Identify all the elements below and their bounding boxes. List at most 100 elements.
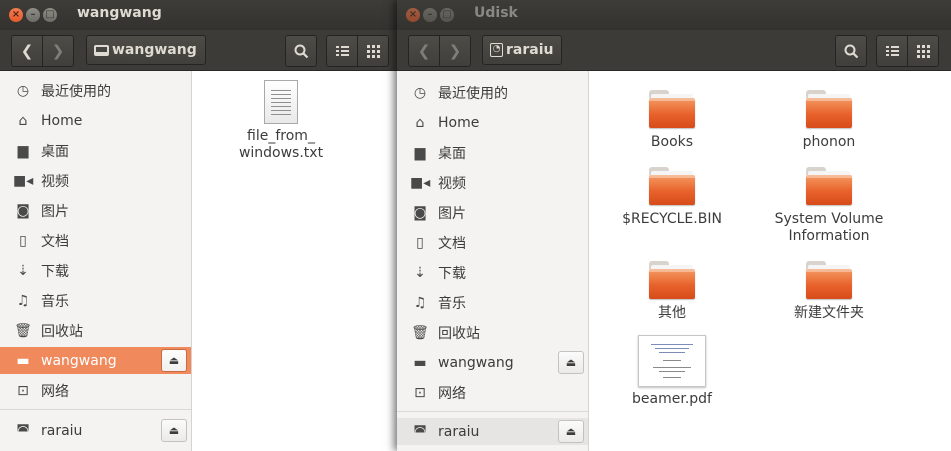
network-icon: ⊡ bbox=[414, 384, 426, 401]
window-title: Udisk bbox=[474, 5, 518, 21]
sidebar-item-recent[interactable]: ◷ 最近使用的 bbox=[0, 77, 191, 104]
sidebar-item-network[interactable]: ⊡ 网络 bbox=[397, 379, 588, 406]
document-icon: ▯ bbox=[416, 234, 424, 251]
eject-icon: ⏏ bbox=[168, 424, 180, 437]
sidebar-item-pictures[interactable]: ◙ 图片 bbox=[0, 197, 191, 224]
sidebar-item-label: 桌面 bbox=[438, 145, 466, 162]
folder-item[interactable]: $RECYCLE.BIN bbox=[617, 167, 727, 228]
file-view: file_from_ windows.txt bbox=[192, 71, 398, 451]
eject-button[interactable]: ⏏ bbox=[558, 351, 584, 374]
sidebar-item-label: 视频 bbox=[438, 175, 466, 192]
path-bar-button[interactable]: wangwang bbox=[86, 35, 206, 65]
sidebar-item-music[interactable]: ♫ 音乐 bbox=[397, 289, 588, 316]
sidebar-item-videos[interactable]: ■◂ 视频 bbox=[397, 169, 588, 196]
document-icon: ▯ bbox=[19, 232, 27, 249]
sidebar-item-label: 回收站 bbox=[438, 325, 480, 342]
pdf-file-icon bbox=[638, 335, 706, 387]
search-button[interactable] bbox=[285, 35, 317, 67]
camera-icon: ◙ bbox=[16, 202, 30, 219]
folder-item[interactable]: Books bbox=[626, 90, 718, 151]
path-bar-button[interactable]: ◔ raraiu bbox=[482, 35, 563, 65]
eject-button[interactable]: ⏏ bbox=[558, 420, 584, 443]
sidebar-item-label: 下载 bbox=[438, 265, 466, 282]
folder-icon: ▆ bbox=[414, 144, 426, 161]
sidebar-item-label: 回收站 bbox=[41, 323, 83, 340]
sidebar-item-label: wangwang bbox=[41, 352, 117, 369]
path-label: wangwang bbox=[112, 42, 197, 58]
sidebar-item-desktop[interactable]: ▆ 桌面 bbox=[397, 139, 588, 166]
back-button[interactable]: ❮ bbox=[409, 36, 439, 66]
sidebar-item-documents[interactable]: ▯ 文档 bbox=[0, 227, 191, 254]
sidebar-item-trash[interactable]: 🗑 回收站 bbox=[0, 317, 191, 344]
sidebar-item-label: Home bbox=[41, 112, 83, 129]
sidebar-item-label: raraiu bbox=[41, 422, 83, 439]
file-view: Books phonon $RECYCLE.BIN System Volume … bbox=[593, 71, 951, 451]
sidebar-item-label: 网络 bbox=[41, 383, 69, 400]
grid-view-icon bbox=[916, 44, 930, 58]
sidebar-item-label: 文档 bbox=[41, 233, 69, 250]
sidebar-item-pictures[interactable]: ◙ 图片 bbox=[397, 199, 588, 226]
sidebar-item-trash[interactable]: 🗑 回收站 bbox=[397, 319, 588, 346]
sidebar-item-recent[interactable]: ◷ 最近使用的 bbox=[397, 79, 588, 106]
music-icon: ♫ bbox=[413, 294, 427, 311]
title-bar[interactable]: × – □ Udisk bbox=[397, 0, 951, 30]
sidebar-item-wangwang[interactable]: ▬ wangwang ⏏ bbox=[397, 349, 588, 376]
sidebar-item-wangwang[interactable]: ▬ wangwang ⏏ bbox=[0, 347, 191, 374]
grid-view-button[interactable] bbox=[357, 36, 388, 66]
home-icon: ⌂ bbox=[18, 112, 28, 129]
folder-item[interactable]: phonon bbox=[779, 90, 879, 151]
history-buttons: ❮ ❯ bbox=[408, 35, 471, 67]
usb-drive-icon: ◚ bbox=[16, 422, 30, 439]
back-button[interactable]: ❮ bbox=[12, 36, 42, 66]
view-mode-buttons bbox=[876, 35, 939, 67]
eject-button[interactable]: ⏏ bbox=[161, 349, 187, 372]
sidebar-item-label: 图片 bbox=[438, 205, 466, 222]
sidebar-item-home[interactable]: ⌂ Home bbox=[0, 107, 191, 134]
close-button[interactable]: × bbox=[406, 8, 420, 22]
sidebar-item-label: 最近使用的 bbox=[41, 83, 111, 100]
sidebar-item-label: 音乐 bbox=[438, 295, 466, 312]
folder-item[interactable]: System Volume Information bbox=[769, 167, 889, 245]
sidebar-item-documents[interactable]: ▯ 文档 bbox=[397, 229, 588, 256]
file-name: $RECYCLE.BIN bbox=[622, 211, 722, 227]
grid-view-icon bbox=[366, 44, 380, 58]
sidebar-item-home[interactable]: ⌂ Home bbox=[397, 109, 588, 136]
forward-button[interactable]: ❯ bbox=[42, 36, 73, 66]
file-manager-window-wangwang: × – □ wangwang ❮ ❯ wangwang ◷ 最近使用的 ⌂ Ho… bbox=[0, 0, 399, 451]
sidebar-item-downloads[interactable]: ⇣ 下载 bbox=[0, 257, 191, 284]
sidebar-item-network[interactable]: ⊡ 网络 bbox=[0, 377, 191, 404]
sidebar-item-raraiu[interactable]: ◚ raraiu ⏏ bbox=[397, 418, 588, 445]
folder-icon: ▆ bbox=[17, 142, 29, 159]
sidebar-item-label: 桌面 bbox=[41, 143, 69, 160]
minimize-button[interactable]: – bbox=[26, 8, 40, 22]
maximize-button[interactable]: □ bbox=[440, 8, 454, 22]
sidebar-item-videos[interactable]: ■◂ 视频 bbox=[0, 167, 191, 194]
sidebar-item-music[interactable]: ♫ 音乐 bbox=[0, 287, 191, 314]
eject-button[interactable]: ⏏ bbox=[161, 419, 187, 442]
folder-icon bbox=[649, 167, 695, 205]
maximize-button[interactable]: □ bbox=[43, 8, 57, 22]
sidebar-item-raraiu[interactable]: ◚ raraiu ⏏ bbox=[0, 417, 191, 444]
close-button[interactable]: × bbox=[9, 8, 23, 22]
file-item[interactable]: beamer.pdf bbox=[626, 335, 718, 408]
list-view-button[interactable] bbox=[877, 36, 907, 66]
sidebar: ◷ 最近使用的 ⌂ Home ▆ 桌面 ■◂ 视频 ◙ 图片 ▯ 文档 ⇣ 下载… bbox=[0, 71, 192, 451]
folder-item[interactable]: 新建文件夹 bbox=[779, 261, 879, 322]
forward-button[interactable]: ❯ bbox=[439, 36, 470, 66]
video-icon: ■◂ bbox=[13, 172, 34, 189]
minimize-button[interactable]: – bbox=[423, 8, 437, 22]
file-name: 新建文件夹 bbox=[794, 305, 864, 321]
sidebar-item-downloads[interactable]: ⇣ 下载 bbox=[397, 259, 588, 286]
search-button[interactable] bbox=[835, 35, 867, 67]
sidebar-item-label: raraiu bbox=[438, 423, 480, 440]
text-file-icon bbox=[264, 80, 298, 124]
sidebar-divider bbox=[0, 409, 191, 410]
sidebar-item-desktop[interactable]: ▆ 桌面 bbox=[0, 137, 191, 164]
grid-view-button[interactable] bbox=[907, 36, 938, 66]
folder-item[interactable]: 其他 bbox=[626, 261, 718, 322]
title-bar[interactable]: × – □ wangwang bbox=[0, 0, 398, 30]
list-view-button[interactable] bbox=[327, 36, 357, 66]
file-name: Books bbox=[650, 134, 694, 150]
file-item[interactable]: file_from_ windows.txt bbox=[228, 80, 334, 162]
eject-icon: ⏏ bbox=[565, 425, 577, 438]
